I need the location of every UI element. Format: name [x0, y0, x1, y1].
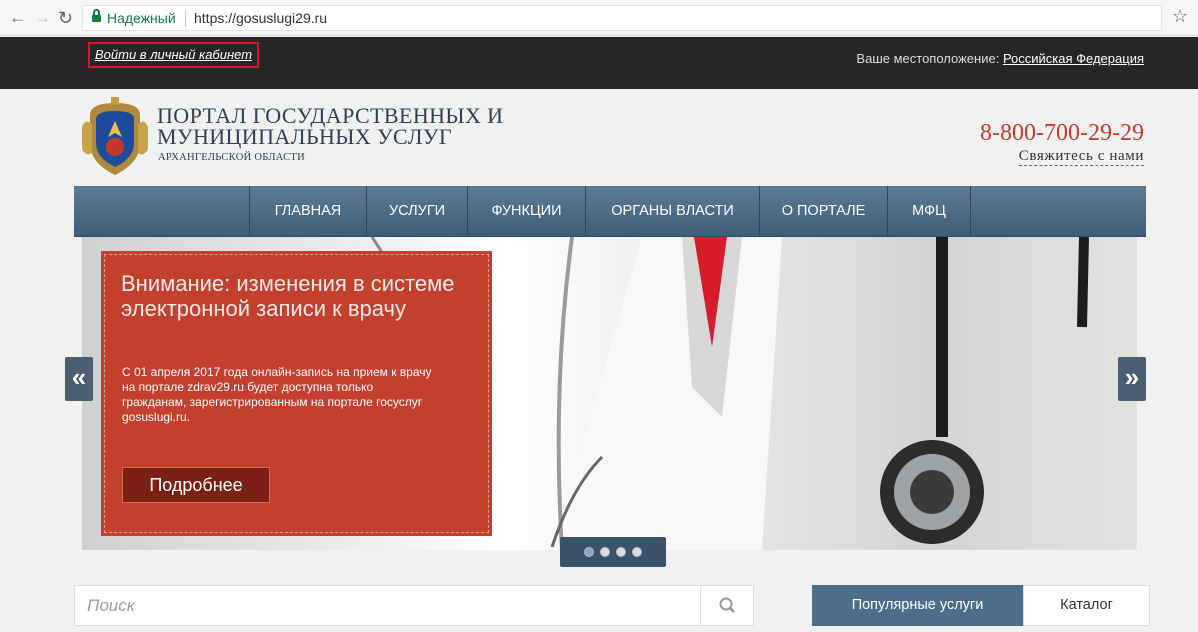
- hotline-phone: 8-800-700-29-29: [980, 120, 1144, 146]
- slider-dot[interactable]: [600, 547, 610, 557]
- bookmark-star-icon[interactable]: ☆: [1172, 7, 1188, 25]
- location-link[interactable]: Российская Федерация: [1003, 51, 1144, 66]
- nav-item-functions[interactable]: ФУНКЦИИ: [467, 186, 585, 237]
- slide-title: Внимание: изменения в системе электронно…: [121, 271, 455, 321]
- slider-prev-button[interactable]: «: [65, 357, 93, 401]
- slider-dot[interactable]: [632, 547, 642, 557]
- reload-icon[interactable]: ↻: [58, 9, 73, 27]
- slide-text: С 01 апреля 2017 года онлайн-запись на п…: [122, 365, 432, 424]
- search-button[interactable]: [700, 586, 753, 625]
- address-separator: [185, 10, 186, 27]
- search-input[interactable]: [87, 595, 687, 617]
- login-link[interactable]: Войти в личный кабинет: [95, 44, 252, 66]
- address-bar[interactable]: Надежный https://gosuslugi29.ru: [82, 5, 1162, 31]
- hero-slider: Внимание: изменения в системе электронно…: [82, 237, 1137, 550]
- nav-item-mfc[interactable]: МФЦ: [887, 186, 971, 237]
- nav-item-authorities[interactable]: ОРГАНЫ ВЛАСТИ: [585, 186, 759, 237]
- slider-pagination: [560, 537, 666, 567]
- main-nav: ГЛАВНАЯ УСЛУГИ ФУНКЦИИ ОРГАНЫ ВЛАСТИ О П…: [74, 186, 1146, 237]
- more-button[interactable]: Подробнее: [122, 467, 270, 503]
- browser-toolbar: ← → ↻ Надежный https://gosuslugi29.ru ☆: [0, 0, 1198, 36]
- slider-dot[interactable]: [584, 547, 594, 557]
- location-selector: Ваше местоположение: Российская Федераци…: [856, 51, 1144, 66]
- login-highlight-box: Войти в личный кабинет: [88, 42, 260, 68]
- url-text[interactable]: https://gosuslugi29.ru: [194, 10, 327, 26]
- site-header: ПОРТАЛ ГОСУДАРСТВЕННЫХ И МУНИЦИПАЛЬНЫХ У…: [0, 89, 1198, 186]
- portal-title[interactable]: ПОРТАЛ ГОСУДАРСТВЕННЫХ И МУНИЦИПАЛЬНЫХ У…: [157, 103, 504, 149]
- portal-title-line1: ПОРТАЛ ГОСУДАРСТВЕННЫХ И: [157, 103, 504, 128]
- secure-label: Надежный: [107, 10, 176, 26]
- search-box: [74, 585, 754, 626]
- location-label: Ваше местоположение:: [856, 51, 1000, 66]
- tab-popular-services[interactable]: Популярные услуги: [812, 585, 1023, 626]
- contact-link[interactable]: Свяжитесь с нами: [1018, 148, 1144, 166]
- nav-item-services[interactable]: УСЛУГИ: [366, 186, 467, 237]
- nav-item-about[interactable]: О ПОРТАЛЕ: [759, 186, 887, 237]
- back-arrow-icon[interactable]: ←: [9, 9, 26, 27]
- search-icon: [719, 597, 735, 613]
- coat-of-arms-icon[interactable]: [82, 97, 148, 179]
- slider-next-button[interactable]: »: [1118, 357, 1146, 401]
- portal-region: АРХАНГЕЛЬСКОЙ ОБЛАСТИ: [158, 152, 306, 163]
- lock-icon: [92, 9, 101, 23]
- site-topbar: Войти в личный кабинет Ваше местоположен…: [0, 37, 1198, 89]
- slide-announcement: Внимание: изменения в системе электронно…: [101, 251, 492, 536]
- portal-title-line2: МУНИЦИПАЛЬНЫХ УСЛУГ: [157, 124, 452, 149]
- tab-catalog[interactable]: Каталог: [1023, 585, 1150, 626]
- forward-arrow-icon[interactable]: →: [34, 9, 51, 27]
- nav-item-home[interactable]: ГЛАВНАЯ: [249, 186, 366, 237]
- slider-dot[interactable]: [616, 547, 626, 557]
